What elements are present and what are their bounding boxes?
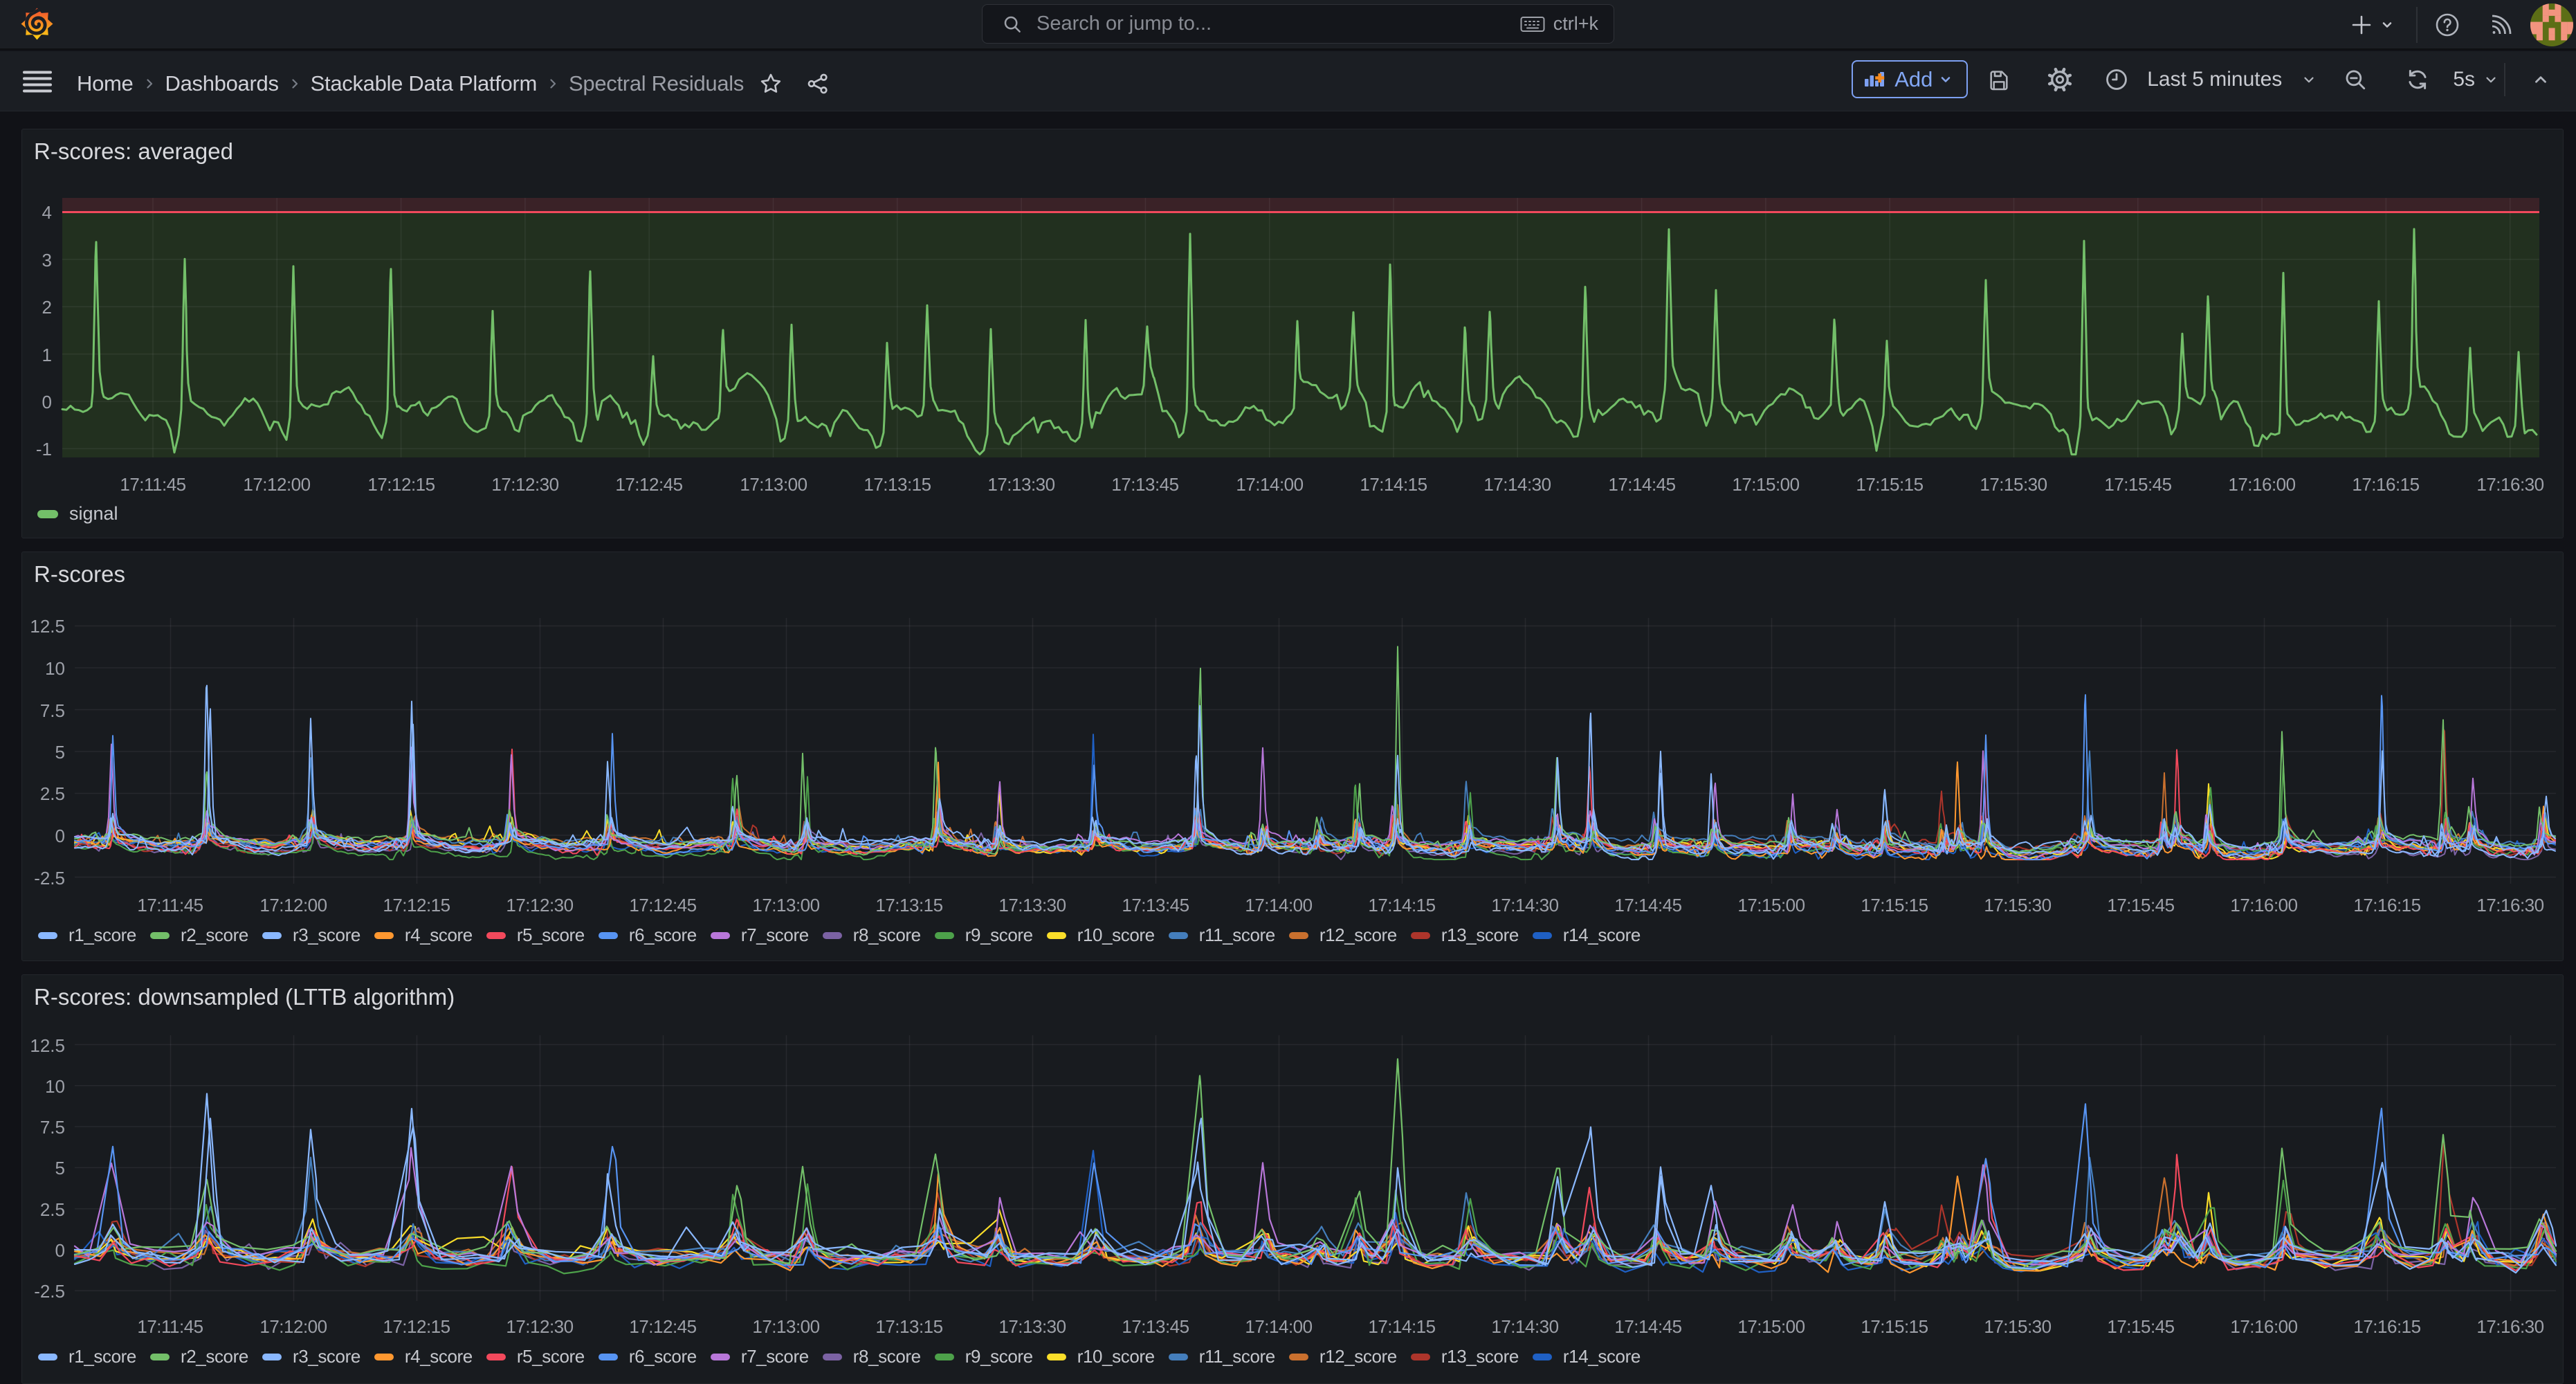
svg-text:17:16:15: 17:16:15 <box>2353 1316 2420 1337</box>
svg-text:17:12:00: 17:12:00 <box>259 1316 327 1337</box>
svg-text:17:16:00: 17:16:00 <box>2230 1316 2297 1337</box>
svg-text:17:13:45: 17:13:45 <box>1122 1316 1189 1337</box>
svg-text:17:15:30: 17:15:30 <box>1984 1316 2051 1337</box>
svg-text:5: 5 <box>55 1158 65 1178</box>
svg-text:7.5: 7.5 <box>40 1117 65 1138</box>
svg-text:17:13:00: 17:13:00 <box>752 1316 819 1337</box>
svg-text:17:15:00: 17:15:00 <box>1737 1316 1805 1337</box>
svg-text:17:14:30: 17:14:30 <box>1491 1316 1558 1337</box>
svg-text:17:13:30: 17:13:30 <box>998 1316 1066 1337</box>
svg-text:2.5: 2.5 <box>40 1199 65 1220</box>
svg-text:17:12:45: 17:12:45 <box>629 1316 696 1337</box>
svg-text:17:12:30: 17:12:30 <box>506 1316 573 1337</box>
svg-text:10: 10 <box>45 1076 65 1097</box>
svg-text:17:16:30: 17:16:30 <box>2476 1316 2543 1337</box>
svg-text:12.5: 12.5 <box>30 1035 65 1056</box>
svg-text:17:14:45: 17:14:45 <box>1614 1316 1681 1337</box>
svg-text:17:13:15: 17:13:15 <box>875 1316 942 1337</box>
svg-text:17:14:00: 17:14:00 <box>1245 1316 1312 1337</box>
svg-text:17:15:15: 17:15:15 <box>1861 1316 1928 1337</box>
svg-text:0: 0 <box>55 1240 65 1261</box>
svg-text:17:12:15: 17:12:15 <box>383 1316 450 1337</box>
svg-text:17:15:45: 17:15:45 <box>2107 1316 2174 1337</box>
svg-text:17:14:15: 17:14:15 <box>1368 1316 1435 1337</box>
svg-text:17:11:45: 17:11:45 <box>137 1316 203 1337</box>
svg-text:-2.5: -2.5 <box>34 1281 65 1302</box>
